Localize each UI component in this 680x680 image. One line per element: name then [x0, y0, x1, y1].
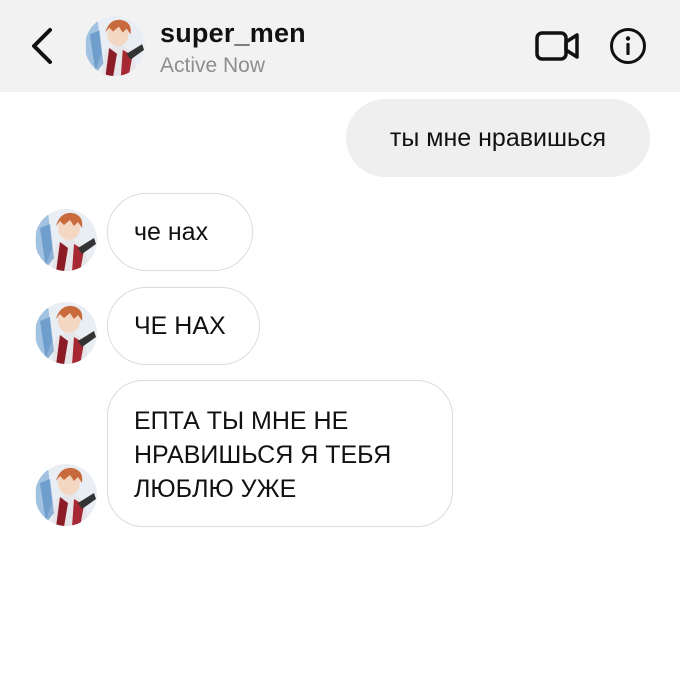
avatar[interactable]	[34, 301, 98, 365]
avatar[interactable]	[34, 208, 98, 272]
active-status: Active Now	[160, 54, 266, 77]
avatar[interactable]	[84, 15, 146, 77]
message-text: ЧЕ НАХ	[134, 312, 226, 340]
video-camera-icon	[535, 31, 579, 61]
message-line: НРАВИШЬСЯ Я ТЕБЯ	[134, 441, 392, 469]
incoming-message[interactable]: ЧЕ НАХ	[107, 287, 260, 365]
outgoing-message[interactable]: ты мне нравишься	[346, 99, 650, 177]
incoming-message[interactable]: ЕПТА ТЫ МНЕ НЕ НРАВИШЬСЯ Я ТЕБЯ ЛЮБЛЮ УЖ…	[107, 380, 453, 527]
back-button[interactable]	[24, 26, 60, 66]
chevron-left-icon	[32, 28, 52, 64]
chat-header: super_men Active Now	[0, 0, 680, 92]
message-text: ты мне нравишься	[389, 124, 607, 152]
avatar[interactable]	[34, 463, 98, 527]
message-text: че нах	[134, 218, 209, 246]
info-icon	[610, 28, 646, 64]
incoming-message[interactable]: че нах	[107, 193, 253, 271]
message-line: ЛЮБЛЮ УЖЕ	[134, 475, 297, 503]
info-button[interactable]	[609, 27, 647, 65]
message-line: ЕПТА ТЫ МНЕ НЕ	[134, 407, 349, 435]
video-call-button[interactable]	[534, 28, 580, 64]
contact-username[interactable]: super_men	[160, 18, 306, 49]
